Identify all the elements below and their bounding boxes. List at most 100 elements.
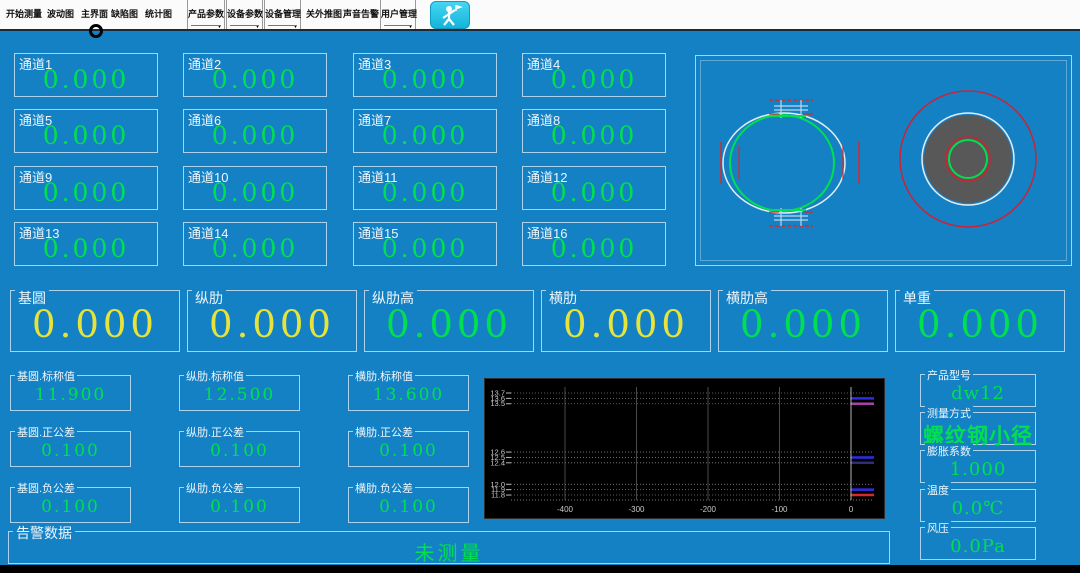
svg-text:12.4: 12.4 — [490, 458, 505, 467]
diagram-panel — [695, 55, 1072, 266]
param-label: 横肋.标称值 — [353, 368, 415, 384]
menu-item-stats-chart[interactable]: 统计图 — [145, 7, 172, 20]
param-label: 基圆.负公差 — [15, 480, 77, 496]
svg-text:-400: -400 — [557, 505, 574, 514]
trend-chart: -400-300-200-100013.713.613.512.612.512.… — [484, 378, 885, 519]
measurement-app: 开始测量 波动图 主界面 缺陷图 统计图 产品参数 ▼ 设备参数 ▼ 设备管理 … — [0, 0, 1080, 573]
param-label: 纵肋.正公差 — [184, 424, 246, 440]
param-box: 纵肋.标称值 12.500 — [179, 375, 300, 411]
param-label: 纵肋.标称值 — [184, 368, 246, 384]
channel-box: 通道8 0.000 — [522, 109, 666, 153]
menu-item-label: 开始测量 — [6, 9, 42, 19]
info-label: 产品型号 — [925, 367, 973, 383]
channel-box: 通道2 0.000 — [183, 53, 327, 97]
channel-value: 0.000 — [354, 178, 496, 207]
channel-box: 通道3 0.000 — [353, 53, 497, 97]
menu-item-sound-alarm[interactable]: 声音告警 — [343, 7, 379, 20]
selected-indicator — [89, 24, 103, 38]
channel-value: 0.000 — [184, 234, 326, 263]
channel-box: 通道16 0.000 — [522, 222, 666, 266]
channel-box: 通道11 0.000 — [353, 166, 497, 210]
channel-value: 0.000 — [354, 65, 496, 94]
summary-box: 横肋 0.000 — [541, 290, 711, 352]
menu-item-extrapolation-toggle[interactable]: 关外推图 — [306, 7, 342, 20]
channel-box: 通道15 0.000 — [353, 222, 497, 266]
channel-value: 0.000 — [354, 121, 496, 150]
channel-box: 通道5 0.000 — [14, 109, 158, 153]
param-label: 横肋.负公差 — [353, 480, 415, 496]
menu-item-label: 缺陷图 — [111, 9, 138, 19]
menu-item-product-params[interactable]: 产品参数 ▼ — [187, 0, 225, 29]
dropdown-arrow-icon: ▼ — [217, 25, 222, 30]
svg-text:13.5: 13.5 — [490, 399, 505, 408]
info-box: 产品型号 dw12 — [920, 374, 1036, 407]
channel-value: 0.000 — [523, 178, 665, 207]
info-label: 风压 — [925, 520, 951, 536]
param-value: 0.100 — [349, 497, 468, 517]
param-value: 12.500 — [180, 385, 299, 405]
menu-bar: 开始测量 波动图 主界面 缺陷图 统计图 产品参数 ▼ 设备参数 ▼ 设备管理 … — [0, 0, 1080, 31]
info-label: 膨胀系数 — [925, 443, 973, 459]
info-label: 测量方式 — [925, 405, 973, 421]
channel-value: 0.000 — [184, 65, 326, 94]
menu-item-label: 统计图 — [145, 9, 172, 19]
param-box: 横肋.正公差 0.100 — [348, 431, 469, 467]
channel-value: 0.000 — [523, 234, 665, 263]
menu-item-label: 主界面 — [81, 9, 108, 19]
info-box: 测量方式 螺纹钢小径 — [920, 412, 1036, 445]
dropdown-arrow-icon: ▼ — [255, 25, 260, 30]
param-value: 13.600 — [349, 385, 468, 405]
channel-box: 通道7 0.000 — [353, 109, 497, 153]
info-value: 0.0Pa — [921, 536, 1035, 557]
param-label: 基圆.标称值 — [15, 368, 77, 384]
channel-value: 0.000 — [15, 65, 157, 94]
param-box: 基圆.正公差 0.100 — [10, 431, 131, 467]
param-value: 0.100 — [349, 441, 468, 461]
svg-text:0: 0 — [849, 505, 854, 514]
info-box: 温度 0.0℃ — [920, 489, 1036, 522]
measure-status-text: 未测量 — [9, 537, 889, 566]
menu-item-label: 关外推图 — [306, 9, 342, 19]
param-value: 0.100 — [180, 497, 299, 517]
param-value: 0.100 — [11, 497, 130, 517]
param-label: 基圆.正公差 — [15, 424, 77, 440]
menu-item-start-measure[interactable]: 开始测量 — [6, 7, 42, 20]
param-value: 0.100 — [180, 441, 299, 461]
summary-box: 基圆 0.000 — [10, 290, 180, 352]
summary-box: 单重 0.000 — [895, 290, 1065, 352]
channel-value: 0.000 — [523, 121, 665, 150]
summary-value: 0.000 — [542, 303, 710, 346]
channel-value: 0.000 — [184, 178, 326, 207]
param-box: 基圆.标称值 11.900 — [10, 375, 131, 411]
summary-value: 0.000 — [11, 303, 179, 346]
summary-box: 纵肋 0.000 — [187, 290, 357, 352]
param-value: 11.900 — [11, 385, 130, 405]
channel-value: 0.000 — [15, 121, 157, 150]
menu-item-label: 用户管理 — [381, 9, 417, 19]
menu-item-device-params[interactable]: 设备参数 ▼ — [226, 0, 263, 29]
menu-item-user-management[interactable]: 用户管理 ▼ — [380, 0, 416, 29]
menu-item-wave-chart[interactable]: 波动图 — [47, 7, 74, 20]
channel-value: 0.000 — [184, 121, 326, 150]
svg-text:-200: -200 — [700, 505, 717, 514]
rebar-profile-diagram — [696, 56, 886, 267]
param-box: 纵肋.负公差 0.100 — [179, 487, 300, 523]
menu-item-label: 设备参数 — [227, 9, 263, 19]
channel-box: 通道12 0.000 — [522, 166, 666, 210]
menu-item-device-management[interactable]: 设备管理 ▼ — [264, 0, 301, 29]
info-value: dw12 — [921, 383, 1035, 404]
person-flag-icon-button[interactable] — [430, 1, 470, 29]
menu-item-defect-chart[interactable]: 缺陷图 — [111, 7, 138, 20]
channel-box: 通道10 0.000 — [183, 166, 327, 210]
info-value: 1.000 — [921, 459, 1035, 480]
menu-item-label: 波动图 — [47, 9, 74, 19]
info-box: 风压 0.0Pa — [920, 527, 1036, 560]
svg-text:11.8: 11.8 — [491, 491, 505, 500]
summary-value: 0.000 — [896, 303, 1064, 346]
channel-value: 0.000 — [15, 234, 157, 263]
svg-text:-100: -100 — [771, 505, 788, 514]
info-value: 0.0℃ — [921, 498, 1035, 519]
menu-item-main-screen[interactable]: 主界面 — [81, 7, 108, 20]
channel-box: 通道13 0.000 — [14, 222, 158, 266]
channel-box: 通道9 0.000 — [14, 166, 158, 210]
